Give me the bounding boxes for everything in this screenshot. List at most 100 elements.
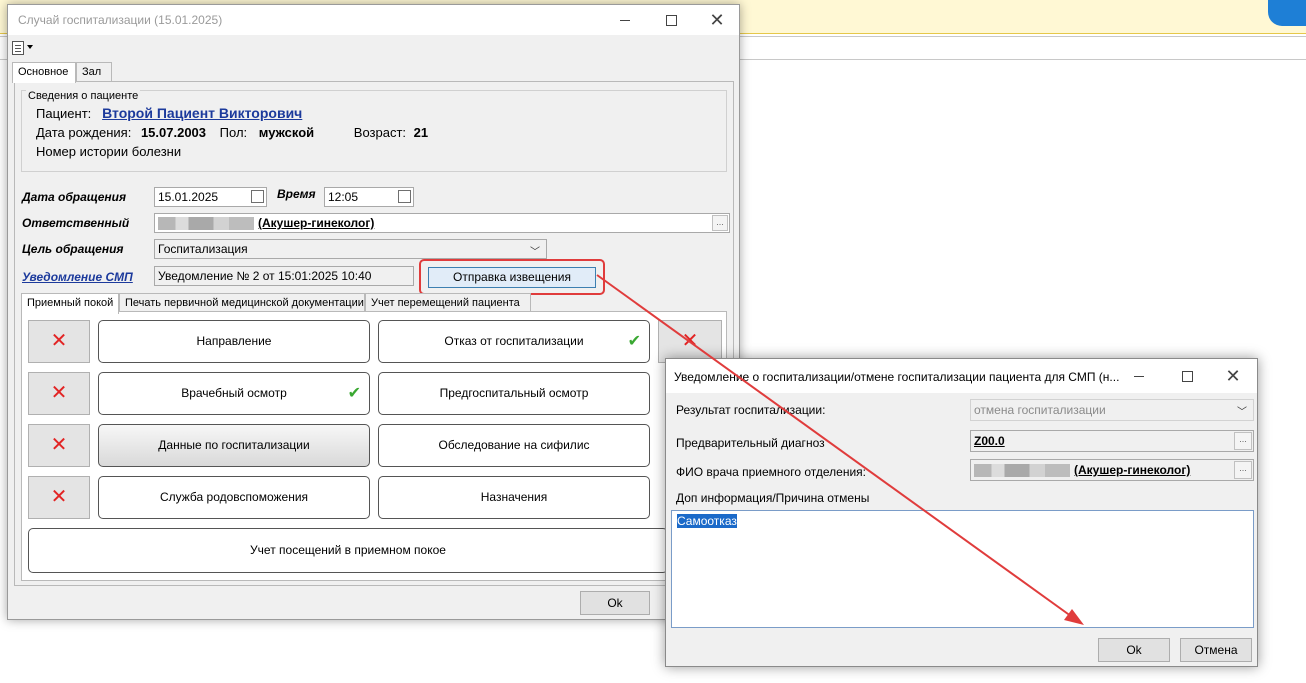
time-checkbox[interactable] (398, 190, 411, 203)
time-field[interactable]: 12:05 (324, 187, 414, 207)
action-button-prehospital-exam[interactable]: Предгоспитальный осмотр (378, 372, 650, 415)
dialog-title: Уведомление о госпитализации/отмене госп… (674, 370, 1120, 384)
patient-name-link[interactable]: Второй Пациент Викторович (102, 105, 302, 121)
patient-label: Пациент: (36, 106, 92, 121)
tab-patient-movement[interactable]: Учет перемещений пациента (365, 293, 531, 312)
action-label: Назначения (480, 490, 548, 504)
sex-value: мужской (258, 125, 315, 140)
action-label: Предгоспитальный осмотр (439, 386, 589, 400)
diagnosis-label: Предварительный диагноз (676, 436, 825, 450)
action-button-prescriptions[interactable]: Назначения (378, 476, 650, 519)
date-field[interactable]: 15.01.2025 (154, 187, 267, 207)
diagnosis-field[interactable]: Z00.0 ... (970, 430, 1254, 452)
info-label: Доп информация/Причина отмены (676, 491, 870, 505)
responsible-role: (Акушер-гинеколог) (258, 216, 375, 230)
doctor-label: ФИО врача приемного отделения: (676, 465, 866, 479)
action-label: Обследование на сифилис (438, 438, 590, 452)
sex-label: Пол: (219, 125, 248, 140)
maximize-button[interactable] (648, 5, 694, 35)
action-button-referral[interactable]: Направление (98, 320, 370, 363)
document-icon[interactable] (12, 41, 24, 55)
doctor-field[interactable]: (Акушер-гинеколог) ... (970, 459, 1254, 481)
date-value: 15.01.2025 (158, 190, 219, 204)
result-value: отмена госпитализации (974, 403, 1106, 417)
title-bar: Случай госпитализации (15.01.2025) ✕ (8, 5, 739, 35)
smp-notification-link[interactable]: Уведомление СМП (22, 270, 133, 284)
goal-select[interactable]: Госпитализация ﹀ (154, 239, 547, 259)
time-label: Время (277, 187, 316, 201)
tab-reception[interactable]: Приемный покой (21, 293, 119, 314)
action-button-syphilis-test[interactable]: Обследование на сифилис (378, 424, 650, 467)
cross-icon[interactable]: ✕ (28, 476, 90, 519)
maximize-icon (665, 14, 677, 26)
age-value: 21 (413, 125, 429, 140)
responsible-field[interactable]: (Акушер-гинеколог) ... (154, 213, 730, 233)
smp-notification-dialog: Уведомление о госпитализации/отмене госп… (665, 358, 1258, 667)
action-label: Направление (196, 334, 272, 348)
minimize-icon (620, 19, 630, 21)
ellipsis-icon[interactable]: ... (712, 215, 728, 231)
doctor-role: (Акушер-гинеколог) (1074, 463, 1191, 477)
smp-notification-field: Уведомление № 2 от 15:01:2025 10:40 (154, 266, 414, 286)
ellipsis-icon[interactable]: ... (1234, 461, 1252, 479)
window-title: Случай госпитализации (15.01.2025) (18, 13, 223, 27)
ellipsis-icon[interactable]: ... (1234, 432, 1252, 450)
action-button-refusal[interactable]: Отказ от госпитализации ✔ (378, 320, 650, 363)
date-checkbox[interactable] (251, 190, 264, 203)
action-label: Служба родовспоможения (159, 490, 309, 504)
close-icon: ✕ (709, 10, 725, 30)
dob-value: 15.07.2003 (140, 125, 207, 140)
smp-notification-value: Уведомление № 2 от 15:01:2025 10:40 (158, 269, 372, 283)
minimize-icon (1134, 375, 1144, 377)
chevron-down-icon[interactable] (27, 45, 33, 49)
minimize-button[interactable] (602, 5, 648, 35)
result-label: Результат госпитализации: (676, 403, 826, 417)
maximize-icon (1181, 370, 1193, 382)
cross-icon[interactable]: ✕ (28, 424, 90, 467)
tab-main[interactable]: Основное (12, 62, 76, 83)
toolbar (8, 35, 739, 61)
close-button[interactable]: ✕ (694, 5, 740, 35)
chevron-down-icon: ﹀ (530, 247, 540, 258)
tab-print-docs[interactable]: Печать первичной медицинской документаци… (119, 293, 365, 312)
redacted-name (974, 464, 1070, 478)
background-app-logo (1268, 0, 1306, 26)
dialog-cancel-button[interactable]: Отмена (1180, 638, 1252, 662)
action-label: Данные по госпитализации (158, 438, 310, 452)
goal-label: Цель обращения (22, 242, 124, 256)
age-label: Возраст: (353, 125, 407, 140)
redacted-name (158, 217, 254, 231)
info-value: Самоотказ (677, 514, 737, 528)
dialog-minimize-button[interactable] (1116, 359, 1162, 393)
cross-icon[interactable]: ✕ (28, 372, 90, 415)
diagnosis-value: Z00.0 (974, 434, 1005, 448)
history-number-label: Номер истории болезни (36, 144, 182, 159)
checkmark-icon: ✔ (347, 385, 361, 402)
group-legend: Сведения о пациенте (26, 90, 141, 102)
highlight-box (419, 259, 605, 295)
dialog-ok-button[interactable]: Ok (1098, 638, 1170, 662)
visits-button[interactable]: Учет посещений в приемном покое (28, 528, 668, 573)
dob-label: Дата рождения: (36, 125, 132, 140)
action-label: Врачебный осмотр (181, 386, 287, 400)
result-select: отмена госпитализации ﹀ (970, 399, 1254, 421)
action-button-doctor-exam[interactable]: Врачебный осмотр ✔ (98, 372, 370, 415)
checkmark-icon: ✔ (627, 333, 641, 350)
cross-icon[interactable]: ✕ (658, 320, 722, 363)
responsible-label: Ответственный (22, 216, 130, 230)
hospitalization-window: Случай госпитализации (15.01.2025) ✕ Осн… (7, 4, 740, 620)
close-icon: ✕ (1225, 366, 1241, 386)
date-label: Дата обращения (22, 190, 127, 204)
patient-info-group: Сведения о пациенте Пациент: Второй Паци… (21, 90, 727, 172)
action-button-obstetric-service[interactable]: Служба родовспоможения (98, 476, 370, 519)
dialog-maximize-button[interactable] (1164, 359, 1210, 393)
tab-hall[interactable]: Зал (76, 62, 112, 81)
info-textarea[interactable]: Самоотказ (671, 510, 1254, 628)
action-button-hospitalization-data[interactable]: Данные по госпитализации (98, 424, 370, 467)
dialog-title-bar: Уведомление о госпитализации/отмене госп… (666, 359, 1257, 393)
time-value: 12:05 (328, 190, 359, 204)
action-label: Отказ от госпитализации (444, 334, 584, 348)
ok-button[interactable]: Ok (580, 591, 650, 615)
dialog-close-button[interactable]: ✕ (1210, 359, 1256, 393)
cross-icon[interactable]: ✕ (28, 320, 90, 363)
